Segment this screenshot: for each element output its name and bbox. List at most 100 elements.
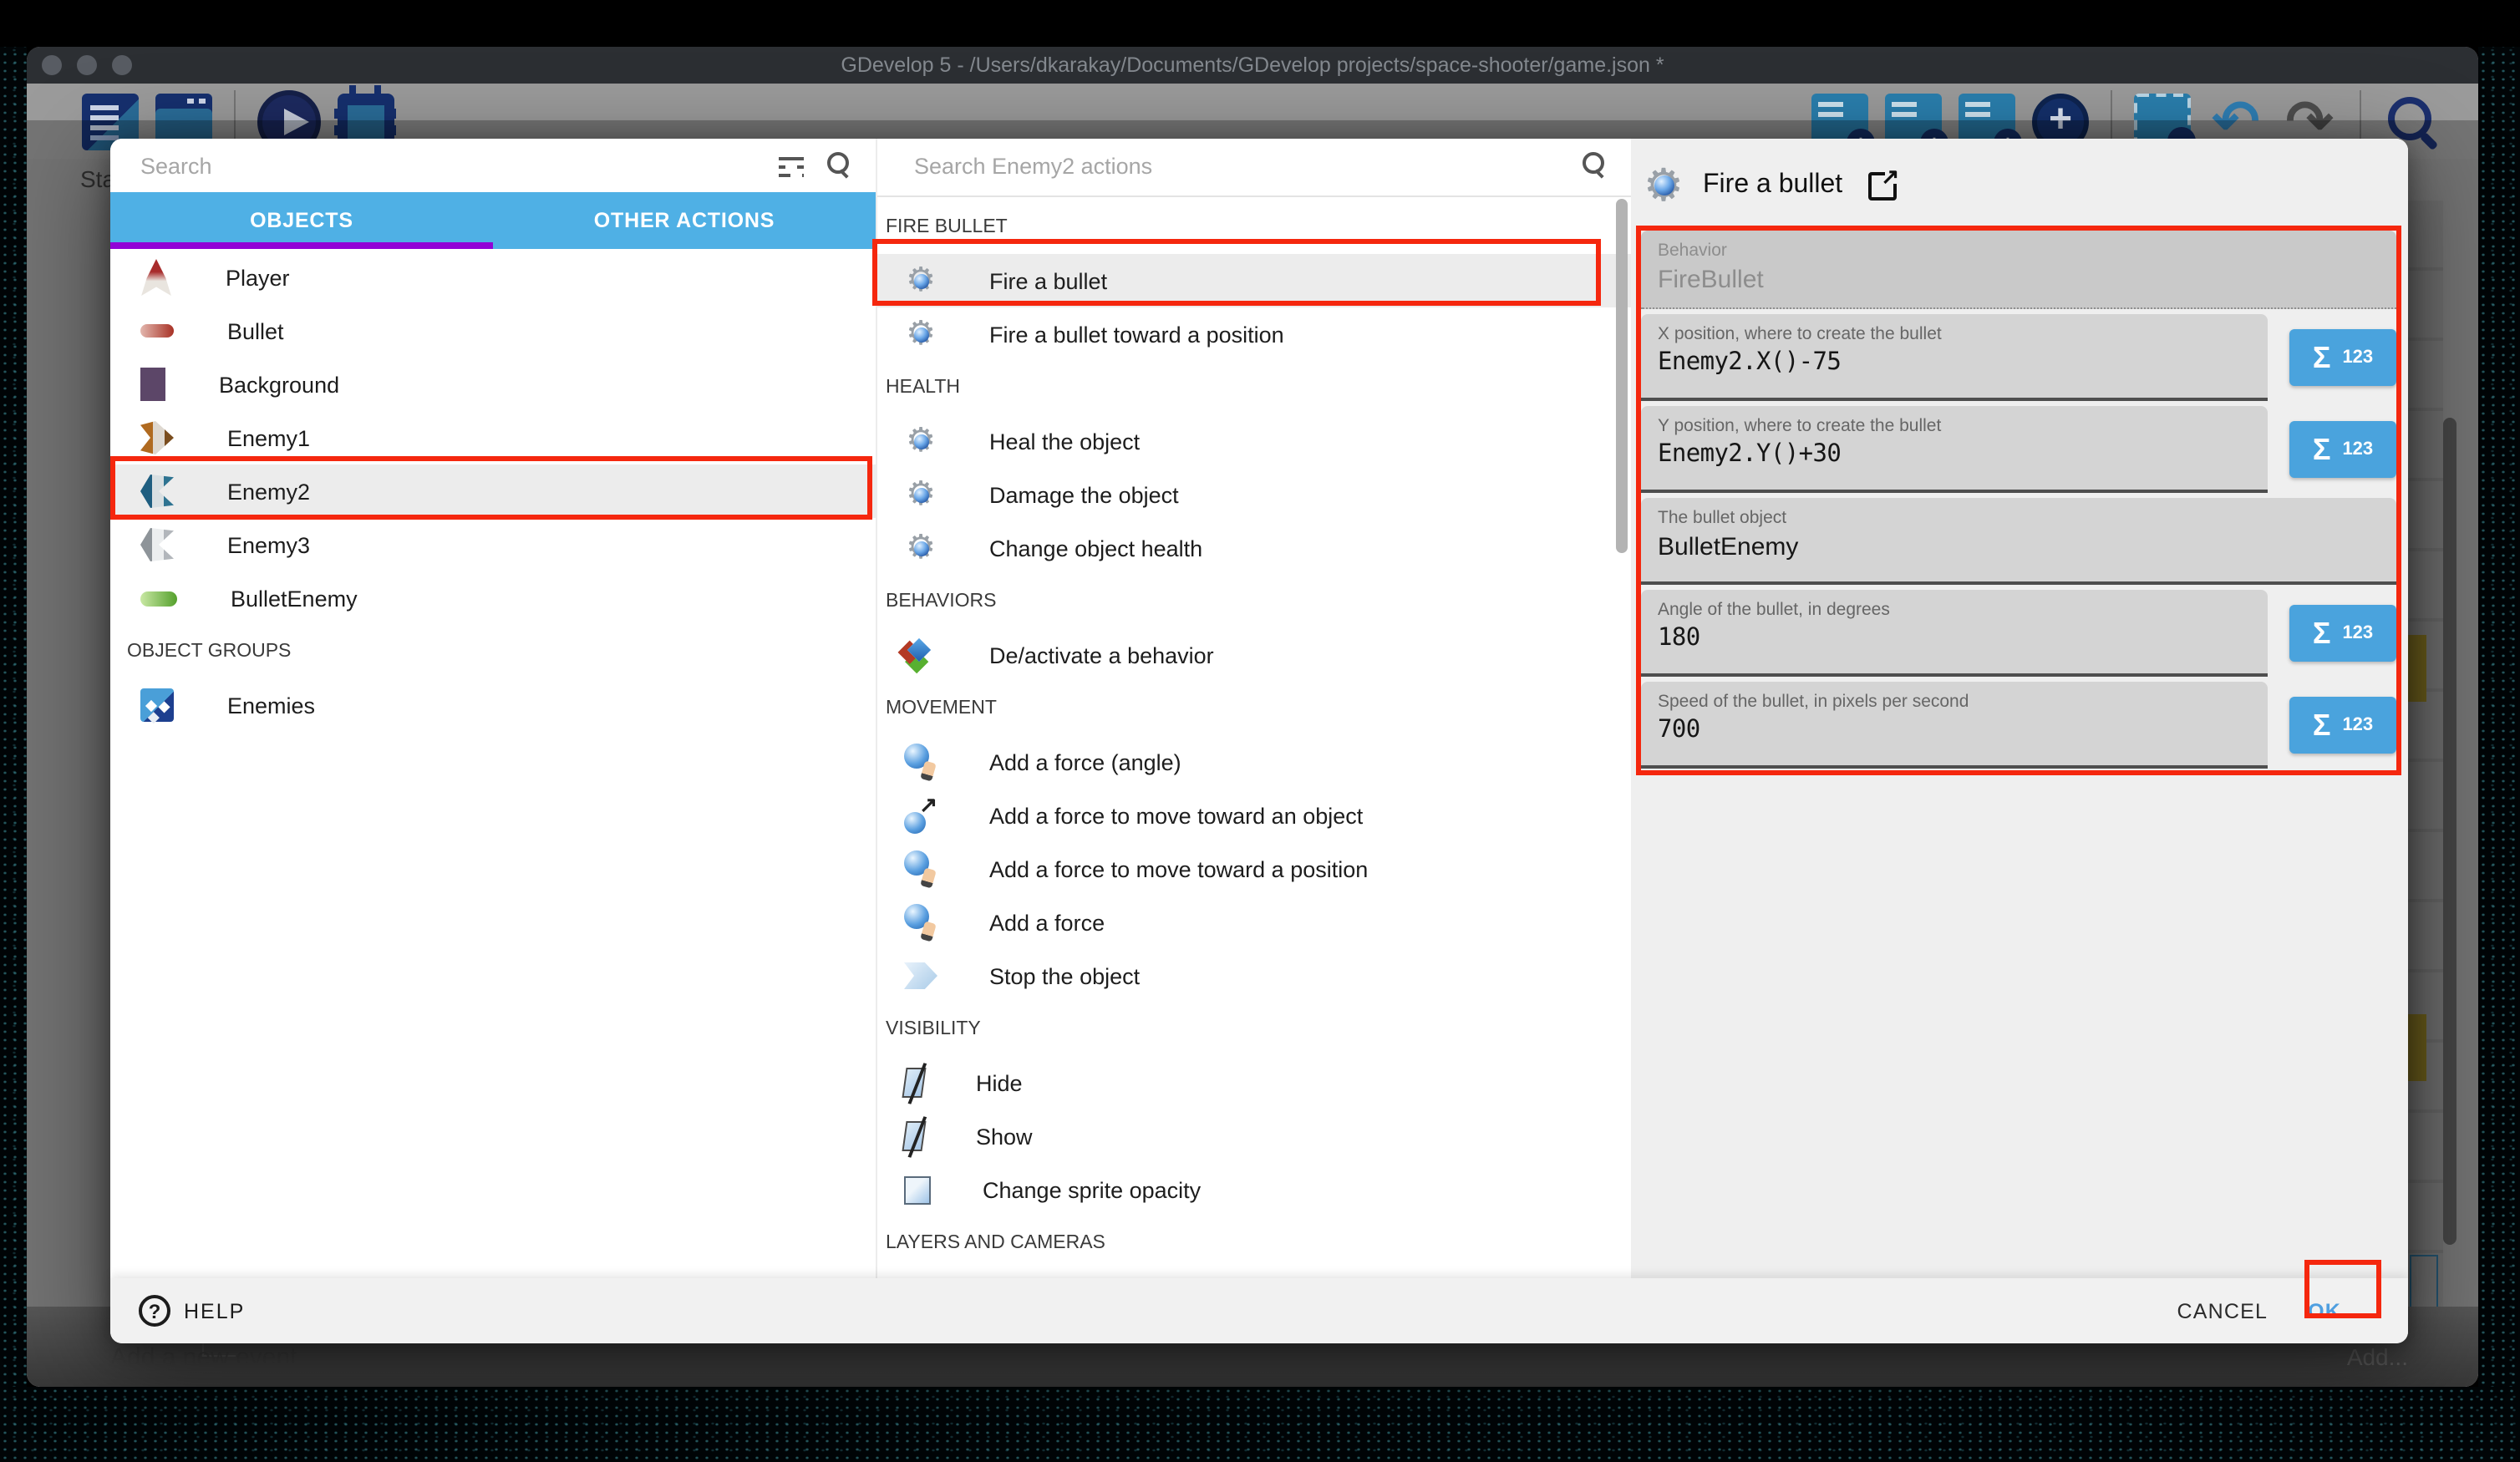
action-parameters-panel: Fire a bullet Behavior FireBullet X posi… (1631, 139, 2408, 1278)
object-row-player[interactable]: Player (110, 251, 876, 304)
gear-icon (904, 531, 937, 565)
parameter-input[interactable]: Behavior FireBullet (1641, 231, 2396, 309)
action-row-change-object-health[interactable]: Change object health (877, 521, 1631, 575)
window-titlebar: GDevelop 5 - /Users/dkarakay/Documents/G… (27, 47, 2478, 84)
action-list: FIRE BULLET Fire a bullet Fire a bullet … (877, 195, 1631, 1278)
action-row-fire-a-bullet[interactable]: Fire a bullet (877, 254, 1631, 307)
parameter-list: Behavior FireBullet X position, where to… (1641, 231, 2396, 769)
action-search-input[interactable] (877, 153, 1581, 178)
action-row-stop-the-object[interactable]: Stop the object (877, 949, 1631, 1003)
stop-icon (904, 962, 937, 989)
enemy2-ship-icon (140, 475, 174, 508)
object-panel-tabs: OBJECTS OTHER ACTIONS (110, 192, 876, 249)
object-row-enemies[interactable]: Enemies (110, 678, 876, 732)
force-icon (904, 904, 937, 941)
gear-icon (904, 424, 937, 458)
parameter-row: Speed of the bullet, in pixels per secon… (1641, 682, 2396, 769)
action-row-add-a-force-to-move-toward-an-object[interactable]: Add a force to move toward an object (877, 789, 1631, 842)
expression-editor-button[interactable]: Σ123 (2289, 605, 2396, 662)
action-row-damage-the-object[interactable]: Damage the object (877, 468, 1631, 521)
dialog-footer: ? HELP CANCEL OK (110, 1278, 2408, 1343)
cancel-button[interactable]: CANCEL (2160, 1286, 2284, 1336)
expression-editor-button[interactable]: Σ123 (2289, 697, 2396, 754)
desktop-edge-top (0, 0, 2520, 47)
sigma-icon: Σ (2313, 340, 2331, 375)
parameter-input[interactable]: X position, where to create the bullet E… (1641, 314, 2268, 401)
action-selector-panel: FIRE BULLET Fire a bullet Fire a bullet … (876, 139, 1631, 1278)
parameter-row: Y position, where to create the bullet E… (1641, 406, 2396, 493)
object-row-bullet[interactable]: Bullet (110, 304, 876, 358)
action-header: Fire a bullet (1641, 160, 2395, 211)
show-icon (902, 1121, 926, 1151)
force-icon (904, 850, 937, 887)
open-in-new-icon[interactable] (1867, 171, 1896, 200)
action-section-health: HEALTH (877, 361, 1631, 414)
action-section-fire-bullet: FIRE BULLET (877, 201, 1631, 254)
action-row-add-a-force-to-move-toward-a-position[interactable]: Add a force to move toward a position (877, 842, 1631, 896)
action-row-hide[interactable]: Hide (877, 1056, 1631, 1109)
filter-icon[interactable] (779, 155, 805, 175)
action-row-change-sprite-opacity[interactable]: Change sprite opacity (877, 1163, 1631, 1216)
help-button[interactable]: ? HELP (139, 1295, 245, 1327)
screen: GDevelop 5 - /Users/dkarakay/Documents/G… (0, 0, 2520, 1462)
objects-group-icon (140, 688, 174, 722)
object-row-enemy2[interactable]: Enemy2 (110, 464, 876, 518)
action-section-behaviors: BEHAVIORS (877, 575, 1631, 628)
sigma-icon: Σ (2313, 432, 2331, 467)
opacity-icon (904, 1175, 931, 1204)
sigma-icon: Σ (2313, 616, 2331, 651)
action-row-show[interactable]: Show (877, 1109, 1631, 1163)
object-row-enemy1[interactable]: Enemy1 (110, 411, 876, 464)
action-editor-dialog: OBJECTS OTHER ACTIONS Player Bullet Back… (110, 139, 2408, 1343)
action-title: Fire a bullet (1703, 170, 1842, 201)
parameter-input[interactable]: Speed of the bullet, in pixels per secon… (1641, 682, 2268, 769)
search-icon[interactable] (1581, 152, 1608, 179)
parameter-input[interactable]: Y position, where to create the bullet E… (1641, 406, 2268, 493)
parameter-input[interactable]: The bullet object BulletEnemy (1641, 498, 2396, 585)
parameter-row: The bullet object BulletEnemy (1641, 498, 2396, 585)
parameter-row: Behavior FireBullet (1641, 231, 2396, 309)
desktop-edge-right (2478, 0, 2520, 1462)
enemy1-ship-icon (140, 421, 174, 454)
force-icon (904, 744, 937, 780)
hide-icon (902, 1068, 926, 1098)
background-icon (140, 368, 165, 401)
object-row-bulletenemy[interactable]: BulletEnemy (110, 571, 876, 625)
parameter-row: X position, where to create the bullet E… (1641, 314, 2396, 401)
window-title: GDevelop 5 - /Users/dkarakay/Documents/G… (27, 53, 2478, 77)
ok-button[interactable]: OK (2284, 1286, 2365, 1336)
gear-icon (904, 317, 937, 351)
action-section-visibility: VISIBILITY (877, 1003, 1631, 1056)
enemy3-ship-icon (140, 528, 174, 561)
tab-objects[interactable]: OBJECTS (110, 192, 493, 249)
object-search-input[interactable] (110, 153, 779, 178)
desktop-edge-left (0, 0, 27, 1462)
action-section-movement: MOVEMENT (877, 682, 1631, 735)
tab-other-actions[interactable]: OTHER ACTIONS (493, 192, 876, 249)
gear-icon (904, 264, 937, 297)
desktop-edge-bottom (0, 1387, 2520, 1462)
parameter-row: Angle of the bullet, in degrees 180 Σ123 (1641, 590, 2396, 677)
action-row-heal-the-object[interactable]: Heal the object (877, 414, 1631, 468)
object-list: Player Bullet Background Enemy1 Enemy2 E… (110, 251, 876, 1278)
action-row-fire-a-bullet-toward-a-position[interactable]: Fire a bullet toward a position (877, 307, 1631, 361)
object-selector-panel: OBJECTS OTHER ACTIONS Player Bullet Back… (110, 139, 876, 1278)
action-row-add-a-force[interactable]: Add a force (877, 896, 1631, 949)
expression-editor-button[interactable]: Σ123 (2289, 329, 2396, 386)
object-row-enemy3[interactable]: Enemy3 (110, 518, 876, 571)
help-label: HELP (184, 1299, 245, 1322)
search-icon[interactable] (826, 152, 852, 179)
parameter-input[interactable]: Angle of the bullet, in degrees 180 (1641, 590, 2268, 677)
object-row-background[interactable]: Background (110, 358, 876, 411)
player-ship-icon (140, 259, 172, 296)
sigma-icon: Σ (2313, 708, 2331, 743)
force-toward-object-icon (904, 797, 937, 834)
gear-icon (904, 478, 937, 511)
expression-editor-button[interactable]: Σ123 (2289, 421, 2396, 478)
help-icon: ? (139, 1295, 170, 1327)
fire-bullet-action-icon (1641, 163, 1686, 208)
action-search-row (877, 139, 1631, 192)
action-list-scrollbar[interactable] (1616, 199, 1628, 553)
action-row-add-a-force-angle-[interactable]: Add a force (angle) (877, 735, 1631, 789)
action-row-de-activate-a-behavior[interactable]: De/activate a behavior (877, 628, 1631, 682)
